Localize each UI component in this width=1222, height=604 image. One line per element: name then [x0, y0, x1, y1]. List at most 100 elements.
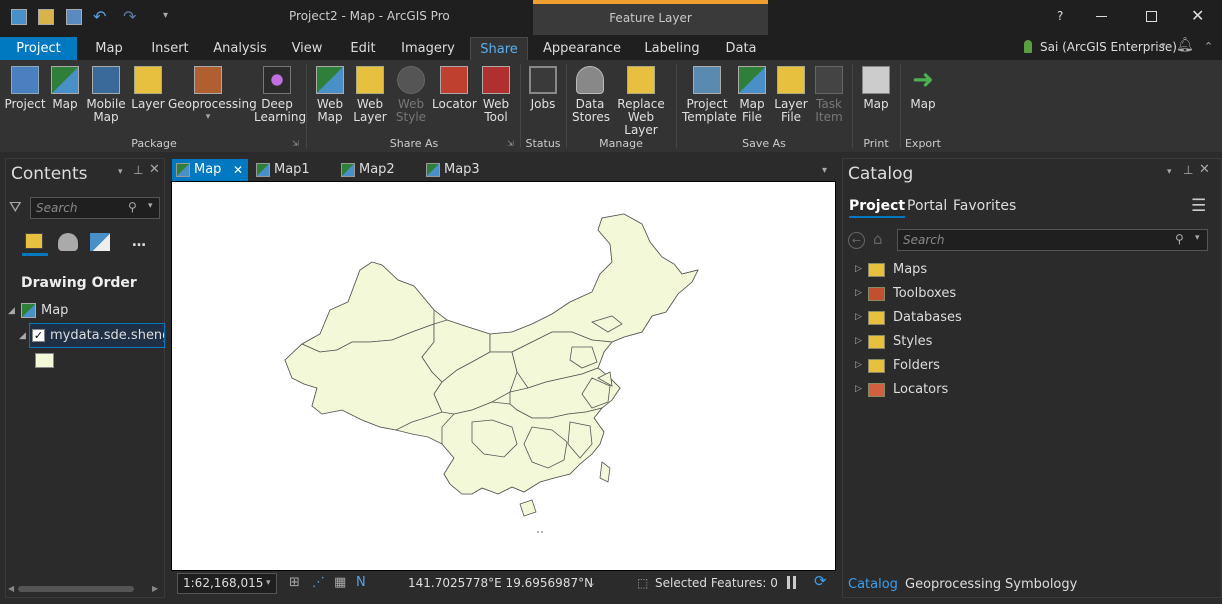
- package-layer-button[interactable]: Layer: [131, 66, 165, 111]
- databases-expander-icon[interactable]: ▷: [855, 312, 862, 322]
- package-project-button[interactable]: Project: [4, 66, 46, 111]
- scale-selector[interactable]: 1:62,168,015: [177, 573, 277, 594]
- share-web-layer-button[interactable]: Web Layer: [350, 66, 390, 124]
- status-jobs-button[interactable]: Jobs: [526, 66, 560, 111]
- save-project-template-button[interactable]: Project Template: [682, 66, 737, 124]
- refresh-icon[interactable]: ⟳: [814, 572, 827, 590]
- catalog-item-folders[interactable]: Folders: [893, 358, 940, 373]
- package-map-button[interactable]: Map: [50, 66, 80, 111]
- contents-options-icon[interactable]: ▾: [118, 167, 123, 177]
- layer-node-expander-icon[interactable]: ◢: [19, 331, 26, 341]
- catalog-options-icon[interactable]: ▾: [1167, 167, 1172, 177]
- coordinate-format-dropdown-icon[interactable]: ⌄: [587, 576, 596, 589]
- back-arrow-icon[interactable]: ←: [848, 232, 865, 249]
- share-locator-button[interactable]: Locator: [432, 66, 477, 111]
- map-tab-map[interactable]: Map ✕: [172, 159, 248, 181]
- pause-drawing-icon[interactable]: [787, 576, 790, 589]
- catalog-search-icon[interactable]: ⚲: [1175, 232, 1184, 246]
- styles-expander-icon[interactable]: ▷: [855, 336, 862, 346]
- map-node-label[interactable]: Map: [41, 303, 68, 318]
- scroll-right-icon[interactable]: ▶: [152, 584, 158, 593]
- grid-icon[interactable]: ▦: [334, 575, 346, 590]
- tab-appearance[interactable]: Appearance: [540, 37, 624, 60]
- bottom-tab-catalog[interactable]: Catalog: [848, 577, 898, 592]
- catalog-pin-icon[interactable]: ⊥: [1183, 163, 1193, 177]
- share-web-tool-button[interactable]: Web Tool: [480, 66, 512, 124]
- notifications-bell-icon[interactable]: 🔔︎: [1176, 37, 1194, 53]
- catalog-item-maps[interactable]: Maps: [893, 262, 927, 277]
- tab-edit[interactable]: Edit: [343, 37, 383, 60]
- tab-imagery[interactable]: Imagery: [398, 37, 458, 60]
- catalog-tab-favorites[interactable]: Favorites: [953, 198, 1016, 214]
- catalog-search-dropdown-icon[interactable]: ▾: [1195, 233, 1200, 243]
- redo-icon[interactable]: ↷: [123, 7, 136, 26]
- manage-replace-web-layer-button[interactable]: Replace Web Layer: [612, 66, 670, 137]
- contents-search-dropdown-icon[interactable]: ▾: [148, 201, 153, 211]
- tab-labeling[interactable]: Labeling: [640, 37, 704, 60]
- minimize-button[interactable]: [1096, 16, 1107, 17]
- layer-symbol-swatch[interactable]: [35, 353, 54, 368]
- catalog-item-toolboxes[interactable]: Toolboxes: [893, 286, 956, 301]
- tab-map[interactable]: Map: [87, 37, 131, 60]
- map-tab-map3[interactable]: Map3: [422, 159, 502, 181]
- package-mobile-map-button[interactable]: Mobile Map: [86, 66, 126, 124]
- share-web-style-button[interactable]: Web Style: [394, 66, 428, 124]
- more-views-icon[interactable]: …: [132, 234, 146, 250]
- catalog-close-icon[interactable]: ✕: [1199, 162, 1210, 177]
- undo-icon[interactable]: ↶: [93, 7, 106, 26]
- map-node-expander-icon[interactable]: ◢: [8, 306, 15, 316]
- fixed-zoom-icon[interactable]: ⊞: [289, 575, 300, 590]
- map-canvas[interactable]: [172, 182, 835, 570]
- map-tabs-overflow-icon[interactable]: ▾: [822, 165, 827, 176]
- map-tab-map2[interactable]: Map2: [337, 159, 417, 181]
- tab-insert[interactable]: Insert: [146, 37, 194, 60]
- tab-data[interactable]: Data: [720, 37, 762, 60]
- map-tab-map1[interactable]: Map1: [252, 159, 332, 181]
- share-as-launcher-icon[interactable]: ⇲: [507, 139, 514, 148]
- contents-search-icon[interactable]: ⚲: [128, 200, 137, 214]
- help-button[interactable]: ?: [1057, 9, 1063, 23]
- contents-pin-icon[interactable]: ⊥: [133, 163, 143, 177]
- share-web-map-button[interactable]: Web Map: [314, 66, 346, 124]
- package-deep-learning-button[interactable]: Deep Learning: [254, 66, 306, 124]
- catalog-menu-icon[interactable]: ☰: [1191, 196, 1206, 216]
- maps-expander-icon[interactable]: ▷: [855, 264, 862, 274]
- new-project-icon[interactable]: [11, 9, 27, 25]
- contents-search-input[interactable]: Search: [30, 197, 160, 219]
- print-map-button[interactable]: Map: [858, 66, 894, 111]
- save-project-icon[interactable]: [66, 9, 82, 25]
- selection-view-icon[interactable]: [90, 233, 110, 251]
- catalog-item-styles[interactable]: Styles: [893, 334, 932, 349]
- bottom-tab-symbology[interactable]: Symbology: [1005, 577, 1077, 592]
- catalog-tab-portal[interactable]: Portal: [907, 198, 947, 214]
- contents-close-icon[interactable]: ✕: [149, 162, 160, 177]
- map-view[interactable]: [171, 181, 836, 571]
- north-arrow-icon[interactable]: N: [356, 575, 366, 590]
- save-layer-file-button[interactable]: Layer File: [772, 66, 810, 124]
- bottom-tab-geoprocessing[interactable]: Geoprocessing: [905, 577, 1001, 592]
- geoprocessing-dropdown-icon[interactable]: ▾: [168, 111, 248, 124]
- layer-node-label[interactable]: mydata.sde.sheng38: [50, 328, 164, 343]
- manage-data-stores-button[interactable]: Data Stores: [572, 66, 610, 124]
- catalog-tab-project[interactable]: Project: [849, 198, 906, 218]
- data-source-icon[interactable]: [58, 233, 78, 251]
- drawing-order-view-button[interactable]: [22, 230, 48, 256]
- folders-expander-icon[interactable]: ▷: [855, 360, 862, 370]
- customize-quick-access-icon[interactable]: ▾: [163, 10, 168, 21]
- open-project-icon[interactable]: [38, 9, 54, 25]
- tab-project[interactable]: Project: [0, 37, 77, 60]
- maximize-button[interactable]: [1146, 11, 1157, 22]
- scale-dropdown-icon[interactable]: ▾: [266, 578, 271, 588]
- close-button[interactable]: ✕: [1191, 6, 1204, 25]
- catalog-item-locators[interactable]: Locators: [893, 382, 948, 397]
- contents-horizontal-scrollbar[interactable]: [18, 586, 134, 592]
- collapse-ribbon-icon[interactable]: ⌃: [1204, 40, 1213, 53]
- tab-share[interactable]: Share: [470, 37, 528, 60]
- tab-view[interactable]: View: [286, 37, 328, 60]
- package-geoprocessing-button[interactable]: Geoprocessing ▾: [168, 66, 257, 124]
- locators-expander-icon[interactable]: ▷: [855, 384, 862, 394]
- user-name[interactable]: Sai (ArcGIS Enterprise): [1040, 40, 1177, 54]
- snapping-icon[interactable]: ⋰: [312, 575, 325, 590]
- catalog-search-input[interactable]: Search: [897, 229, 1208, 251]
- map-tab-close-icon[interactable]: ✕: [233, 159, 243, 181]
